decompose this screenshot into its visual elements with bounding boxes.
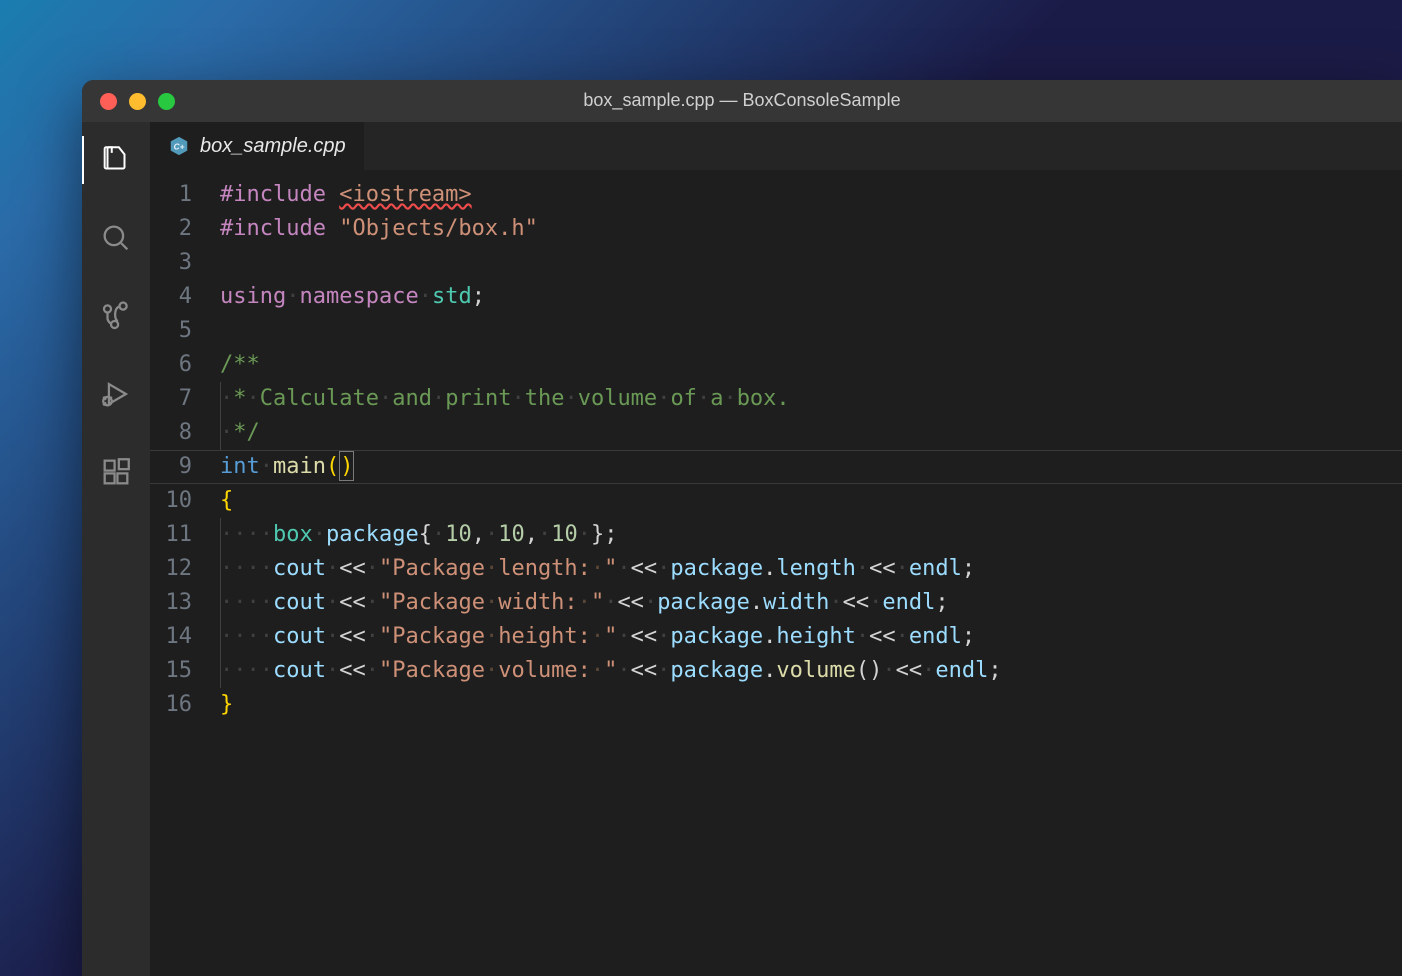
code-line[interactable]: ····cout·<<·"Package·length:·"·<<·packag… — [220, 552, 1402, 586]
zoom-window-button[interactable] — [158, 93, 175, 110]
activity-run-debug[interactable] — [96, 374, 136, 414]
line-number: 1 — [160, 178, 192, 212]
code-line[interactable] — [220, 314, 1402, 348]
line-number: 2 — [160, 212, 192, 246]
line-number: 12 — [160, 552, 192, 586]
editor-area: C+ box_sample.cpp 1234567891011121314151… — [150, 122, 1402, 976]
code-line[interactable]: using·namespace·std; — [220, 280, 1402, 314]
code-line[interactable]: /** — [220, 348, 1402, 382]
line-number: 6 — [160, 348, 192, 382]
code-line[interactable]: #include "Objects/box.h" — [220, 212, 1402, 246]
files-icon — [99, 143, 133, 177]
svg-text:C+: C+ — [174, 143, 185, 152]
vscode-window: box_sample.cpp — BoxConsoleSample — [82, 80, 1402, 976]
code-area[interactable]: 12345678910111213141516 #include <iostre… — [150, 170, 1402, 976]
line-number-gutter: 12345678910111213141516 — [150, 178, 220, 976]
code-content[interactable]: #include <iostream>#include "Objects/box… — [220, 178, 1402, 976]
source-control-icon — [99, 299, 133, 333]
minimize-window-button[interactable] — [129, 93, 146, 110]
window-body: C+ box_sample.cpp 1234567891011121314151… — [82, 122, 1402, 976]
code-line[interactable]: ····cout·<<·"Package·volume:·"·<<·packag… — [220, 654, 1402, 688]
line-number: 4 — [160, 280, 192, 314]
line-number: 11 — [160, 518, 192, 552]
line-number: 15 — [160, 654, 192, 688]
traffic-lights — [82, 93, 175, 110]
activity-explorer[interactable] — [96, 140, 136, 180]
line-number: 3 — [160, 246, 192, 280]
titlebar[interactable]: box_sample.cpp — BoxConsoleSample — [82, 80, 1402, 122]
line-number: 9 — [160, 450, 192, 484]
line-number: 10 — [160, 484, 192, 518]
code-line[interactable]: { — [220, 484, 1402, 518]
extensions-icon — [99, 455, 133, 489]
tab-filename: box_sample.cpp — [200, 135, 346, 158]
activity-scm[interactable] — [96, 296, 136, 336]
code-line[interactable] — [220, 246, 1402, 280]
line-number: 5 — [160, 314, 192, 348]
code-line[interactable]: int·main() — [220, 450, 1402, 484]
line-number: 16 — [160, 688, 192, 722]
run-debug-icon — [99, 377, 133, 411]
code-line[interactable]: ·*/ — [220, 416, 1402, 450]
code-line[interactable]: ····cout·<<·"Package·width:·"·<<·package… — [220, 586, 1402, 620]
line-number: 8 — [160, 416, 192, 450]
close-window-button[interactable] — [100, 93, 117, 110]
editor-tabs: C+ box_sample.cpp — [150, 122, 1402, 170]
search-icon — [99, 221, 133, 255]
code-line[interactable]: } — [220, 688, 1402, 722]
cpp-file-icon: C+ — [168, 135, 190, 157]
activity-extensions[interactable] — [96, 452, 136, 492]
code-line[interactable]: ····box·package{·10,·10,·10·}; — [220, 518, 1402, 552]
tab-box-sample[interactable]: C+ box_sample.cpp — [150, 122, 364, 170]
code-line[interactable]: ·*·Calculate·and·print·the·volume·of·a·b… — [220, 382, 1402, 416]
code-line[interactable]: ····cout·<<·"Package·height:·"·<<·packag… — [220, 620, 1402, 654]
activity-bar — [82, 122, 150, 976]
line-number: 14 — [160, 620, 192, 654]
window-title: box_sample.cpp — BoxConsoleSample — [82, 90, 1402, 111]
line-number: 13 — [160, 586, 192, 620]
activity-search[interactable] — [96, 218, 136, 258]
line-number: 7 — [160, 382, 192, 416]
code-line[interactable]: #include <iostream> — [220, 178, 1402, 212]
